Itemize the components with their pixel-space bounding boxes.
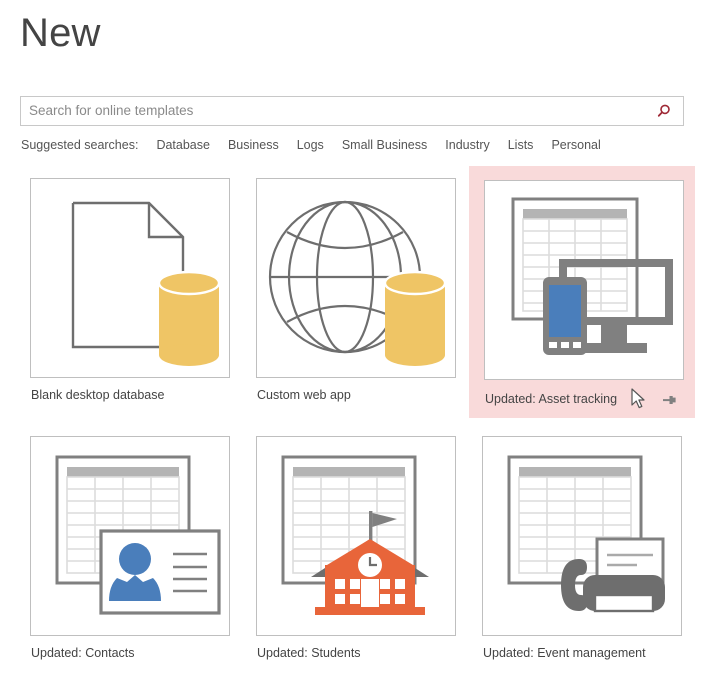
template-caption: Updated: Asset tracking xyxy=(485,392,617,406)
template-tile-contacts[interactable]: Updated: Contacts xyxy=(17,424,243,676)
template-tile-students[interactable]: Updated: Students xyxy=(243,424,469,676)
template-thumbnail xyxy=(484,180,684,380)
template-grid: Blank desktop database xyxy=(0,166,720,682)
template-tile-custom-web-app[interactable]: Custom web app xyxy=(243,166,469,418)
template-caption: Custom web app xyxy=(257,388,351,402)
suggested-searches-label: Suggested searches: xyxy=(21,138,138,152)
suggested-link-database[interactable]: Database xyxy=(156,138,210,152)
spreadsheet-monitor-phone-icon xyxy=(485,181,683,379)
template-caption: Updated: Contacts xyxy=(31,646,135,660)
template-tile-asset-tracking[interactable]: Updated: Asset tracking xyxy=(469,166,695,418)
template-caption: Blank desktop database xyxy=(31,388,164,402)
pin-icon[interactable] xyxy=(661,392,677,408)
spreadsheet-fax-icon xyxy=(483,437,681,635)
search-bar[interactable] xyxy=(20,96,684,126)
template-thumbnail xyxy=(30,178,230,378)
template-tile-event-management[interactable]: Updated: Event management xyxy=(469,424,695,676)
search-input[interactable] xyxy=(21,97,641,125)
globe-database-icon xyxy=(257,179,455,377)
suggested-link-industry[interactable]: Industry xyxy=(445,138,489,152)
template-thumbnail xyxy=(482,436,682,636)
search-button[interactable] xyxy=(645,97,683,125)
spreadsheet-contact-card-icon xyxy=(31,437,229,635)
search-icon xyxy=(656,103,672,119)
suggested-link-logs[interactable]: Logs xyxy=(297,138,324,152)
template-grid-row: Blank desktop database xyxy=(0,166,720,424)
template-grid-row: Updated: Contacts xyxy=(0,424,720,682)
template-caption: Updated: Students xyxy=(257,646,361,660)
template-caption: Updated: Event management xyxy=(483,646,646,660)
template-thumbnail xyxy=(256,436,456,636)
template-thumbnail xyxy=(256,178,456,378)
suggested-searches: Suggested searches: Database Business Lo… xyxy=(21,136,619,154)
mouse-pointer xyxy=(631,388,647,410)
template-tile-blank-desktop-database[interactable]: Blank desktop database xyxy=(17,166,243,418)
suggested-link-business[interactable]: Business xyxy=(228,138,279,152)
template-thumbnail xyxy=(30,436,230,636)
suggested-link-personal[interactable]: Personal xyxy=(551,138,600,152)
spreadsheet-school-icon xyxy=(257,437,455,635)
page-title: New xyxy=(20,2,101,64)
suggested-link-lists[interactable]: Lists xyxy=(508,138,534,152)
suggested-link-small-business[interactable]: Small Business xyxy=(342,138,427,152)
document-database-icon xyxy=(31,179,229,377)
